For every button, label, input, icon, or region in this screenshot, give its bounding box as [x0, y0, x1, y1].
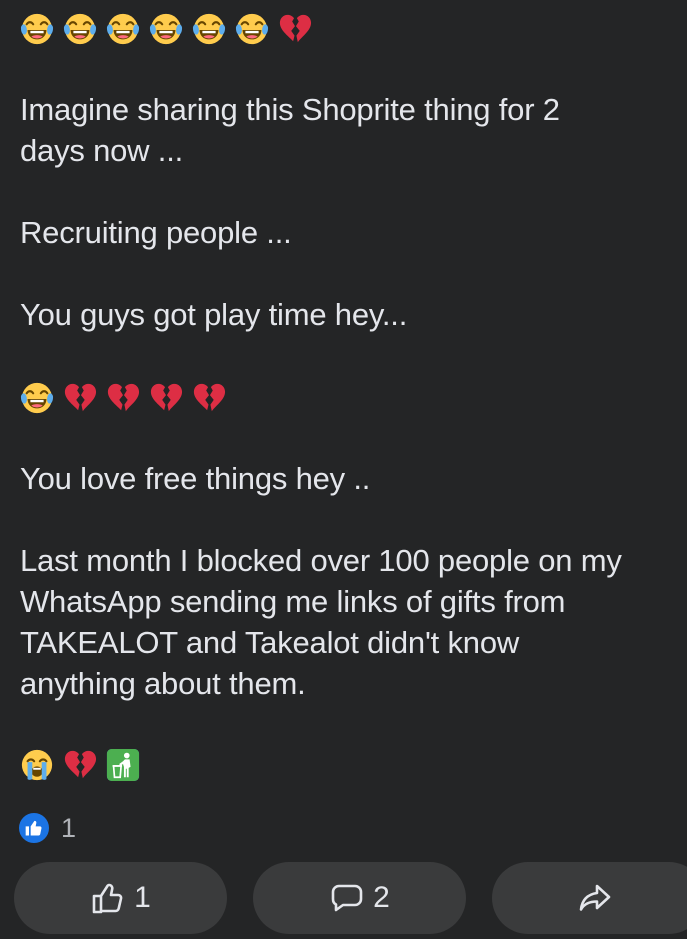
post-text-paragraph: You guys got play time hey...	[20, 297, 408, 332]
joy-emoji-icon	[20, 381, 54, 415]
joy-emoji-icon	[149, 12, 183, 46]
post-text-paragraph: Last month I blocked over 100 people on …	[20, 543, 622, 701]
joy-emoji-icon	[63, 12, 97, 46]
broken-heart-emoji-icon	[149, 381, 183, 415]
broken-heart-emoji-icon	[63, 748, 97, 782]
action-bar: 1 2	[14, 862, 687, 934]
post-card: Imagine sharing this Shoprite thing for …	[0, 0, 687, 939]
litter-bin-emoji-icon	[106, 748, 140, 782]
post-text-paragraph: Recruiting people ...	[20, 215, 292, 250]
emoji-row	[20, 12, 321, 46]
joy-emoji-icon	[235, 12, 269, 46]
reaction-summary[interactable]: 1	[17, 810, 76, 846]
comment-button[interactable]: 2	[253, 862, 466, 934]
broken-heart-emoji-icon	[63, 381, 97, 415]
broken-heart-emoji-icon	[192, 381, 226, 415]
like-icon	[17, 811, 51, 845]
share-arrow-icon	[579, 884, 610, 911]
emoji-row	[20, 381, 235, 415]
post-text-paragraph: You love free things hey ..	[20, 461, 371, 496]
post-text-paragraph: Imagine sharing this Shoprite thing for …	[20, 92, 560, 168]
like-button[interactable]: 1	[14, 862, 227, 934]
joy-emoji-icon	[106, 12, 140, 46]
thumbs-up-outline-icon	[92, 883, 123, 914]
broken-heart-emoji-icon	[278, 12, 312, 46]
share-button[interactable]	[492, 862, 687, 934]
joy-emoji-icon	[20, 12, 54, 46]
like-count: 1	[134, 881, 151, 914]
reaction-count: 1	[61, 812, 77, 843]
joy-emoji-icon	[192, 12, 226, 46]
comment-bubble-icon	[331, 884, 363, 912]
emoji-row	[20, 748, 149, 782]
loudly-crying-emoji-icon	[20, 748, 54, 782]
broken-heart-emoji-icon	[106, 381, 140, 415]
comment-count: 2	[373, 881, 390, 914]
